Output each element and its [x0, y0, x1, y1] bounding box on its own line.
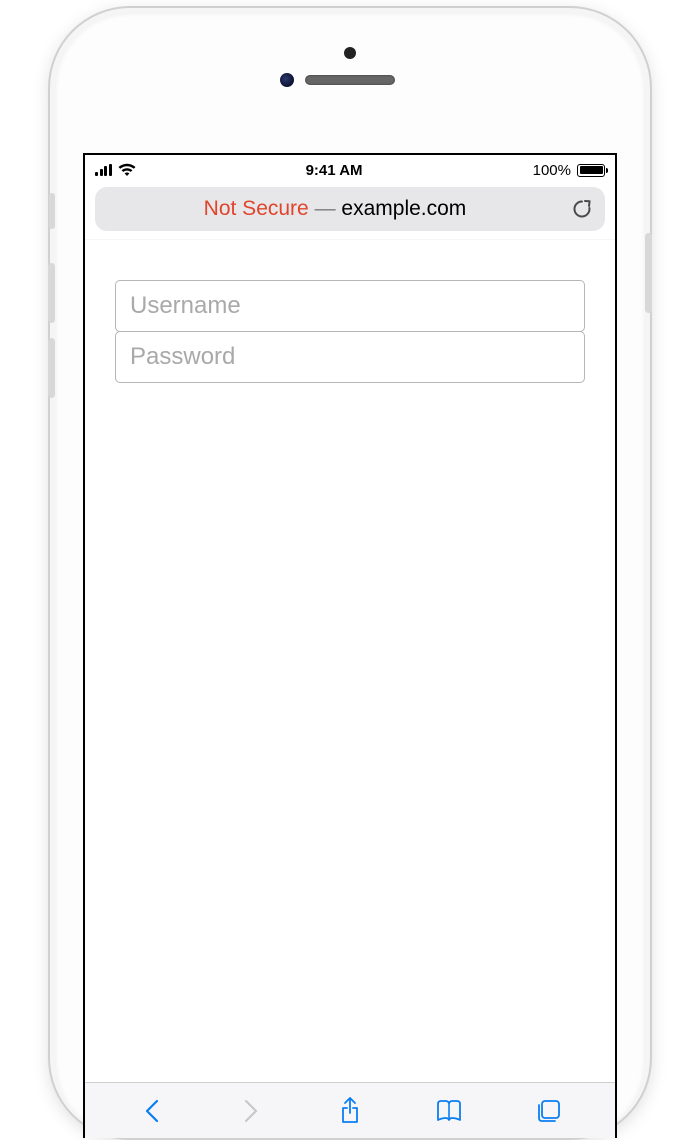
address-bar[interactable]: Not Secure — example.com — [95, 187, 605, 231]
bookmarks-button[interactable] — [429, 1091, 469, 1131]
screen: 9:41 AM 100% Not Secure — example.com — [83, 153, 617, 1138]
volume-up-button — [48, 263, 55, 323]
password-field[interactable] — [115, 331, 585, 383]
status-time: 9:41 AM — [136, 162, 533, 179]
power-button — [645, 233, 652, 313]
forward-button[interactable] — [231, 1091, 271, 1131]
mute-switch — [49, 193, 55, 229]
earpiece-speaker-icon — [305, 75, 395, 85]
domain-label: example.com — [341, 197, 466, 220]
battery-icon — [577, 164, 605, 177]
back-button[interactable] — [132, 1091, 172, 1131]
browser-toolbar — [85, 1082, 615, 1138]
status-right: 100% — [533, 162, 605, 179]
webpage-content — [85, 239, 615, 423]
reload-button[interactable] — [571, 198, 593, 220]
battery-percentage: 100% — [533, 162, 571, 179]
status-left — [95, 163, 136, 177]
cellular-signal-icon — [95, 164, 112, 176]
address-separator: — — [315, 197, 336, 220]
front-camera-icon — [344, 47, 356, 59]
address-text: Not Secure — example.com — [107, 197, 563, 221]
wifi-icon — [118, 163, 136, 177]
phone-bezel: 9:41 AM 100% Not Secure — example.com — [55, 13, 645, 1138]
phone-frame: 9:41 AM 100% Not Secure — example.com — [50, 8, 650, 1138]
share-button[interactable] — [330, 1091, 370, 1131]
proximity-sensor-icon — [280, 73, 294, 87]
volume-down-button — [48, 338, 55, 398]
login-form — [115, 280, 585, 383]
security-status-label: Not Secure — [204, 197, 309, 220]
status-bar: 9:41 AM 100% — [85, 155, 615, 185]
tabs-button[interactable] — [528, 1091, 568, 1131]
username-field[interactable] — [115, 280, 585, 332]
